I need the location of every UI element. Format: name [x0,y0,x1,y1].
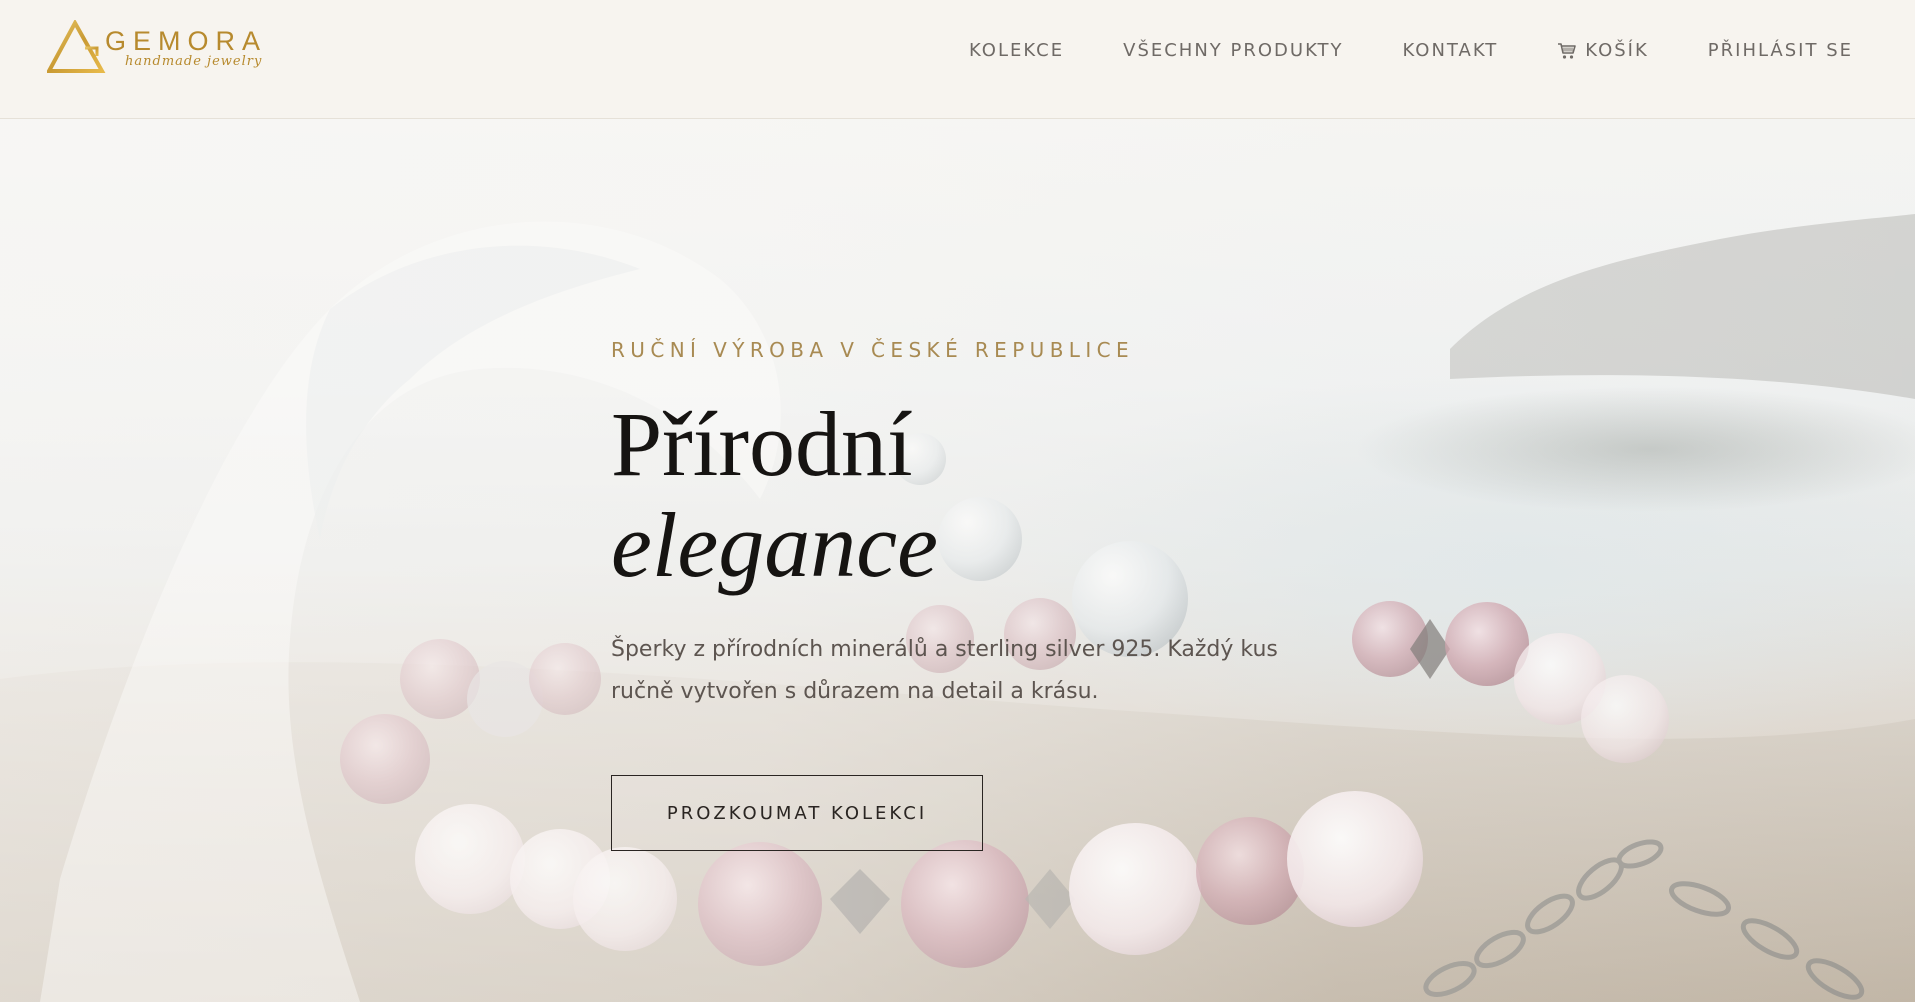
nav-item-label: KOŠÍK [1585,40,1649,61]
page: GEMORA handmade jewelry KOLEKCE VŠECHNY … [0,0,1915,1002]
hero-section: RUČNÍ VÝROBA V ČESKÉ REPUBLICE Přírodní … [0,119,1915,1002]
nav-item-label: KOLEKCE [968,40,1065,61]
hero-title-line2: elegance [611,494,938,596]
nav-item-label: KONTAKT [1402,40,1499,61]
logo[interactable]: GEMORA handmade jewelry [47,18,287,74]
hero-content: RUČNÍ VÝROBA V ČESKÉ REPUBLICE Přírodní … [611,338,1311,851]
hero-eyebrow: RUČNÍ VÝROBA V ČESKÉ REPUBLICE [611,338,1135,362]
cart-icon [1558,42,1577,59]
explore-collection-button[interactable]: PROZKOUMAT KOLEKCI [611,775,983,851]
nav-item-kontakt[interactable]: KONTAKT [1402,40,1498,61]
nav-item-label: VŠECHNY PRODUKTY [1123,40,1344,61]
logo-triangle-icon [47,20,106,73]
nav-item-kolekce[interactable]: KOLEKCE [969,40,1064,61]
nav-item-label: PŘIHLÁSIT SE [1707,40,1853,61]
nav-item-kosik[interactable]: KOŠÍK [1557,40,1649,61]
site-header: GEMORA handmade jewelry KOLEKCE VŠECHNY … [0,0,1915,119]
nav-item-prihlasit-se[interactable]: PŘIHLÁSIT SE [1708,40,1853,61]
hero-title-line1: Přírodní [611,393,913,495]
hero-description: Šperky z přírodních minerálů a sterling … [611,637,1278,704]
nav-item-vsechny-produkty[interactable]: VŠECHNY PRODUKTY [1123,40,1343,61]
logo-tagline: handmade jewelry [125,54,263,69]
logo-wordmark: GEMORA [105,26,268,56]
main-nav: KOLEKCE VŠECHNY PRODUKTY KONTAKT KOŠÍK P… [969,40,1853,61]
